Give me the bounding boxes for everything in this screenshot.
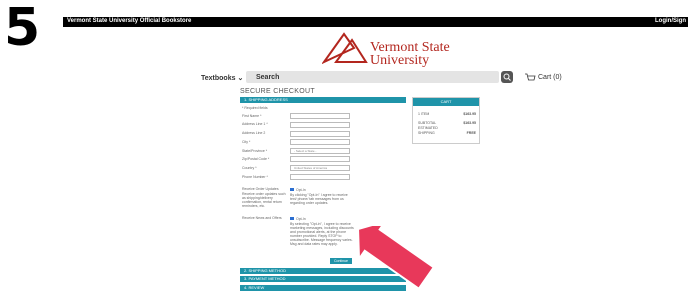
university-logo[interactable]: Vermont State University: [322, 30, 457, 68]
address-line2-field[interactable]: [290, 131, 350, 137]
label-country: Country *: [242, 166, 257, 170]
zip-field[interactable]: [290, 156, 350, 162]
search-button[interactable]: [501, 71, 513, 83]
news-offers-checkbox[interactable]: [290, 217, 294, 220]
step-number: 5: [4, 0, 41, 58]
cart-summary: CART 1 ITEM $163.95 SUBTOTAL $163.95 ESTIM…: [412, 97, 480, 144]
country-select[interactable]: United States of America: [290, 165, 350, 171]
city-field[interactable]: [290, 139, 350, 145]
label-addr2: Address Line 2: [242, 131, 266, 135]
phone-field[interactable]: [290, 174, 350, 180]
news-opt-in-label: Opt-In: [296, 217, 306, 221]
search-input[interactable]: Search: [246, 71, 499, 83]
page-title: SECURE CHECKOUT: [240, 88, 315, 95]
nav-row: Textbooks ⌄ Search Cart (0): [0, 71, 688, 85]
mountain-logo-icon: [322, 32, 368, 64]
order-updates-desc: Receive order updates such as shipping/d…: [242, 192, 286, 208]
label-addr1: Address Line 1 *: [242, 122, 268, 126]
cart-row-estimated: ESTIMATED: [418, 126, 438, 130]
cart-row-subtotal: SUBTOTAL $163.95: [418, 121, 476, 125]
label-state: State/Province *: [242, 149, 268, 153]
login-link[interactable]: Login/Sign: [655, 18, 686, 24]
label-city: City *: [242, 140, 251, 144]
textbooks-menu[interactable]: Textbooks ⌄: [201, 74, 243, 82]
pointer-arrow-icon: [357, 226, 435, 290]
order-updates-checkbox[interactable]: [290, 188, 294, 191]
cart-icon: [525, 73, 536, 81]
step-shipping-address[interactable]: 1. SHIPPING ADDRESS: [240, 97, 406, 103]
search-placeholder: Search: [256, 74, 280, 81]
logo-text-line2: University: [370, 53, 430, 68]
news-offers-label: Receive News and Offers: [242, 216, 282, 220]
cart-link[interactable]: Cart (0): [524, 72, 562, 86]
search-icon: [503, 73, 511, 81]
opt-in-label: Opt-In: [296, 188, 306, 192]
chevron-down-icon: ⌄: [237, 75, 244, 82]
order-updates-label: Receive Order Updates: [242, 187, 279, 191]
label-first-name: First Name *: [242, 114, 262, 118]
order-updates-consent: By clicking "Opt-In" I agree to receive …: [290, 193, 348, 205]
cart-count: Cart (0): [538, 74, 562, 81]
label-phone: Phone Number *: [242, 175, 268, 179]
cart-row-shipping: SHIPPING FREE: [418, 131, 476, 135]
label-zip: Zip/Postal Code *: [242, 157, 270, 161]
store-name: Vermont State University Official Bookst…: [67, 18, 192, 24]
top-bar: Vermont State University Official Bookst…: [63, 17, 688, 27]
cart-row-items: 1 ITEM $163.95: [418, 112, 476, 116]
state-select[interactable]: - Select a State -: [290, 148, 350, 154]
address-line1-field[interactable]: [290, 122, 350, 128]
cart-summary-header: CART: [413, 98, 479, 106]
required-note: * Required fields: [242, 106, 268, 110]
first-name-field[interactable]: [290, 113, 350, 119]
